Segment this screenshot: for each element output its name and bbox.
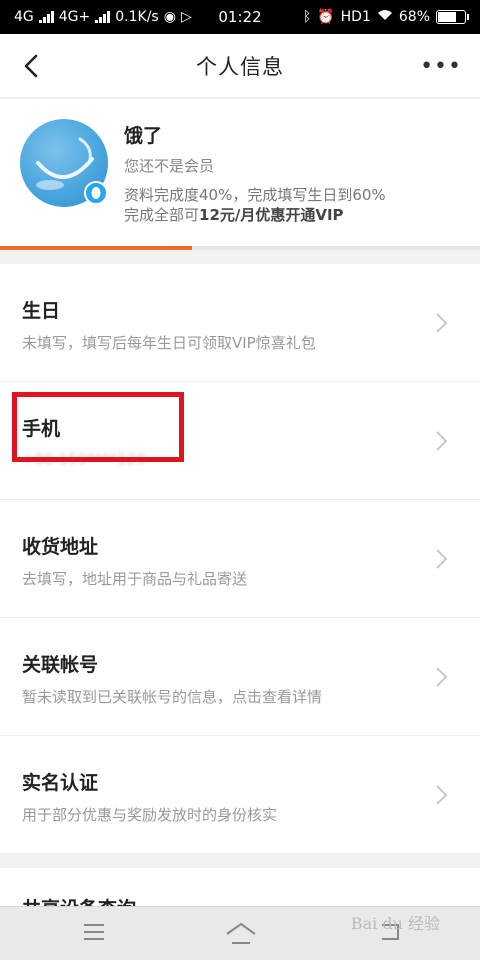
more-options-icon[interactable]: ••• — [420, 54, 462, 79]
highlight-box — [12, 392, 184, 462]
video-icon: ▷ — [180, 9, 192, 25]
status-right: ᛒ ⏰ HD1 68% — [302, 9, 469, 25]
profile-name: 饿了 — [124, 125, 163, 147]
battery-percent: 68% — [398, 9, 430, 25]
profile-progress-text: 资料完成度40%，完成填写生日到60% — [124, 186, 386, 204]
profile-progress-bar — [0, 246, 480, 250]
qq-penguin-icon — [84, 181, 108, 205]
hd-label: HD1 — [340, 9, 371, 25]
item-subtitle: 暂未读取到已关联帐号的信息，点击查看详情 — [22, 688, 323, 706]
chevron-right-icon — [436, 549, 448, 569]
signal-icon-2 — [95, 11, 111, 23]
chevron-right-icon — [436, 667, 448, 687]
status-left: 4G 4G+ 0.1K/s ◉ ▷ — [14, 9, 192, 25]
vip-offer-highlight: 12元/月优惠开通VIP — [199, 206, 344, 224]
home-icon[interactable] — [224, 921, 258, 945]
item-subtitle: 未填写，填写后每年生日可领取VIP惊喜礼包 — [22, 334, 316, 352]
weibo-icon: ◉ — [163, 9, 176, 25]
alarm-icon: ⏰ — [317, 9, 335, 25]
vip-offer-prefix: 完成全部可 — [124, 206, 200, 224]
info-list: 生日 未填写，填写后每年生日可领取VIP惊喜礼包 手机 +86 150****1… — [0, 264, 480, 854]
item-subtitle: 用于部分优惠与奖励发放时的身份核实 — [22, 806, 278, 824]
top-navbar: 个人信息 ••• — [0, 34, 480, 98]
item-title: 实名认证 — [22, 772, 99, 794]
shared-device-section[interactable]: 共享设备查询 — [0, 868, 480, 908]
signal-icon — [38, 11, 54, 23]
item-title: 关联帐号 — [22, 654, 99, 676]
bluetooth-icon: ᛒ — [302, 9, 312, 25]
item-subtitle: 去填写，地址用于商品与礼品寄送 — [22, 570, 248, 588]
status-time: 01:22 — [218, 8, 262, 26]
profile-progress-fill — [0, 246, 192, 250]
menu-icon[interactable] — [82, 921, 106, 943]
item-title: 生日 — [22, 300, 61, 322]
network-label-2: 4G+ — [58, 9, 91, 25]
baidu-jingyan-watermark: Bai du 经验 — [350, 914, 440, 933]
vip-status: 您还不是会员 — [124, 157, 215, 175]
battery-icon — [436, 10, 469, 24]
list-item-birthday[interactable]: 生日 未填写，填写后每年生日可领取VIP惊喜礼包 — [0, 264, 480, 382]
item-title: 收货地址 — [22, 536, 99, 558]
profile-card[interactable]: 饿了 您还不是会员 资料完成度40%，完成填写生日到60% 完成全部可12元/月… — [0, 99, 480, 250]
chevron-right-icon — [436, 313, 448, 333]
list-item-real-name[interactable]: 实名认证 用于部分优惠与奖励发放时的身份核实 — [0, 736, 480, 854]
back-arrow-icon[interactable] — [18, 52, 46, 80]
page-title: 个人信息 — [196, 54, 284, 79]
status-bar: 4G 4G+ 0.1K/s ◉ ▷ 01:22 ᛒ ⏰ HD1 68% — [0, 0, 480, 34]
list-item-linked-accounts[interactable]: 关联帐号 暂未读取到已关联帐号的信息，点击查看详情 — [0, 618, 480, 736]
chevron-right-icon — [436, 785, 448, 805]
list-item-address[interactable]: 收货地址 去填写，地址用于商品与礼品寄送 — [0, 500, 480, 618]
chevron-right-icon — [436, 431, 448, 451]
vip-offer: 完成全部可12元/月优惠开通VIP — [124, 204, 344, 225]
wifi-icon — [377, 9, 393, 25]
network-label-1: 4G — [14, 9, 34, 25]
network-speed: 0.1K/s — [115, 9, 159, 25]
